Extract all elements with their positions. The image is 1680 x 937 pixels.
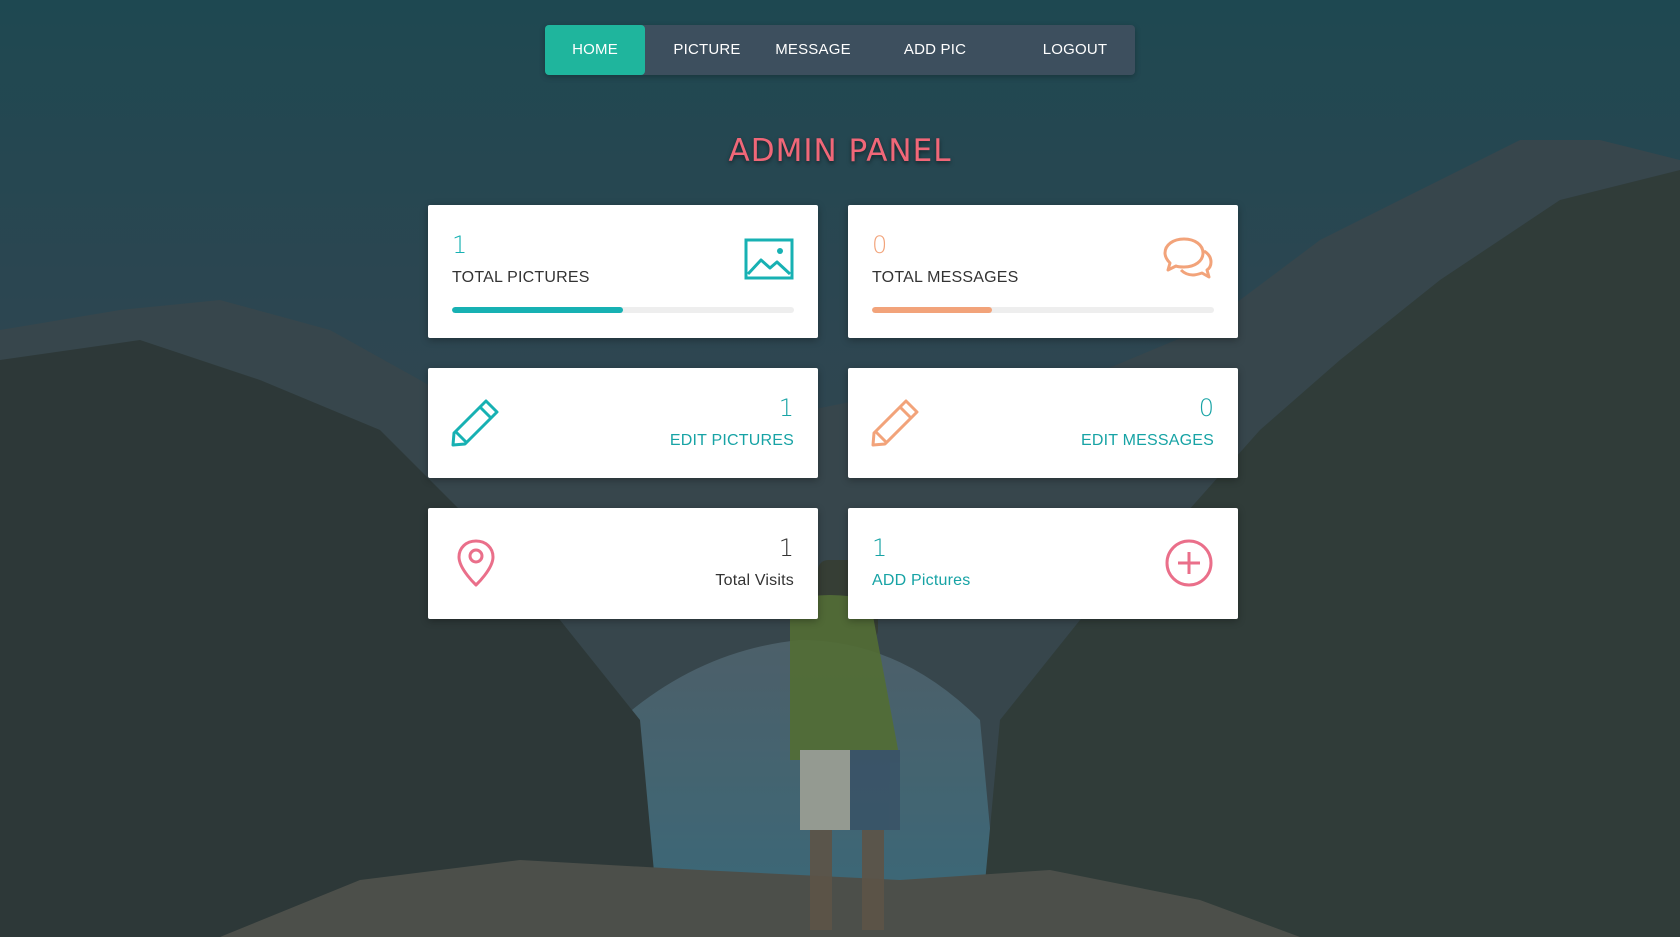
nav-home[interactable]: HOME — [545, 25, 645, 75]
total-messages-progress — [872, 307, 1214, 313]
total-pictures-label: TOTAL PICTURES — [452, 269, 590, 286]
edit-messages-count: 0 — [1198, 394, 1214, 422]
map-pin-icon — [457, 539, 495, 587]
nav-add-pic[interactable]: ADD PIC — [890, 25, 980, 75]
nav-logout[interactable]: LOGOUT — [1025, 25, 1125, 75]
total-visits-card[interactable]: 1 Total Visits — [428, 508, 818, 619]
edit-pictures-count: 1 — [778, 394, 794, 422]
total-messages-card[interactable]: 0 TOTAL MESSAGES — [848, 205, 1238, 338]
edit-messages-card[interactable]: 0 EDIT MESSAGES — [848, 368, 1238, 478]
nav-message[interactable]: MESSAGE — [763, 25, 863, 75]
edit-pictures-card[interactable]: 1 EDIT PICTURES — [428, 368, 818, 478]
pencil-icon — [871, 399, 919, 447]
total-pictures-count: 1 — [452, 231, 468, 259]
nav-picture[interactable]: PICTURE — [662, 25, 752, 75]
page-title: ADMIN PANEL — [728, 132, 952, 169]
edit-pictures-label[interactable]: EDIT PICTURES — [670, 432, 794, 450]
pencil-icon — [451, 399, 499, 447]
total-visits-label: Total Visits — [715, 572, 794, 589]
total-visits-count: 1 — [778, 534, 794, 562]
top-navigation: HOME PICTURE MESSAGE ADD PIC LOGOUT — [545, 25, 1135, 75]
plus-circle-icon[interactable] — [1164, 538, 1214, 588]
chat-bubbles-icon — [1163, 237, 1213, 279]
image-icon — [744, 238, 794, 280]
add-pictures-label[interactable]: ADD Pictures — [872, 572, 970, 590]
add-pictures-card[interactable]: 1 ADD Pictures — [848, 508, 1238, 619]
total-pictures-progress — [452, 307, 794, 313]
edit-messages-label[interactable]: EDIT MESSAGES — [1081, 432, 1214, 450]
add-pictures-count: 1 — [872, 534, 888, 562]
total-messages-label: TOTAL MESSAGES — [872, 269, 1019, 286]
total-messages-count: 0 — [872, 231, 888, 259]
total-pictures-card[interactable]: 1 TOTAL PICTURES — [428, 205, 818, 338]
